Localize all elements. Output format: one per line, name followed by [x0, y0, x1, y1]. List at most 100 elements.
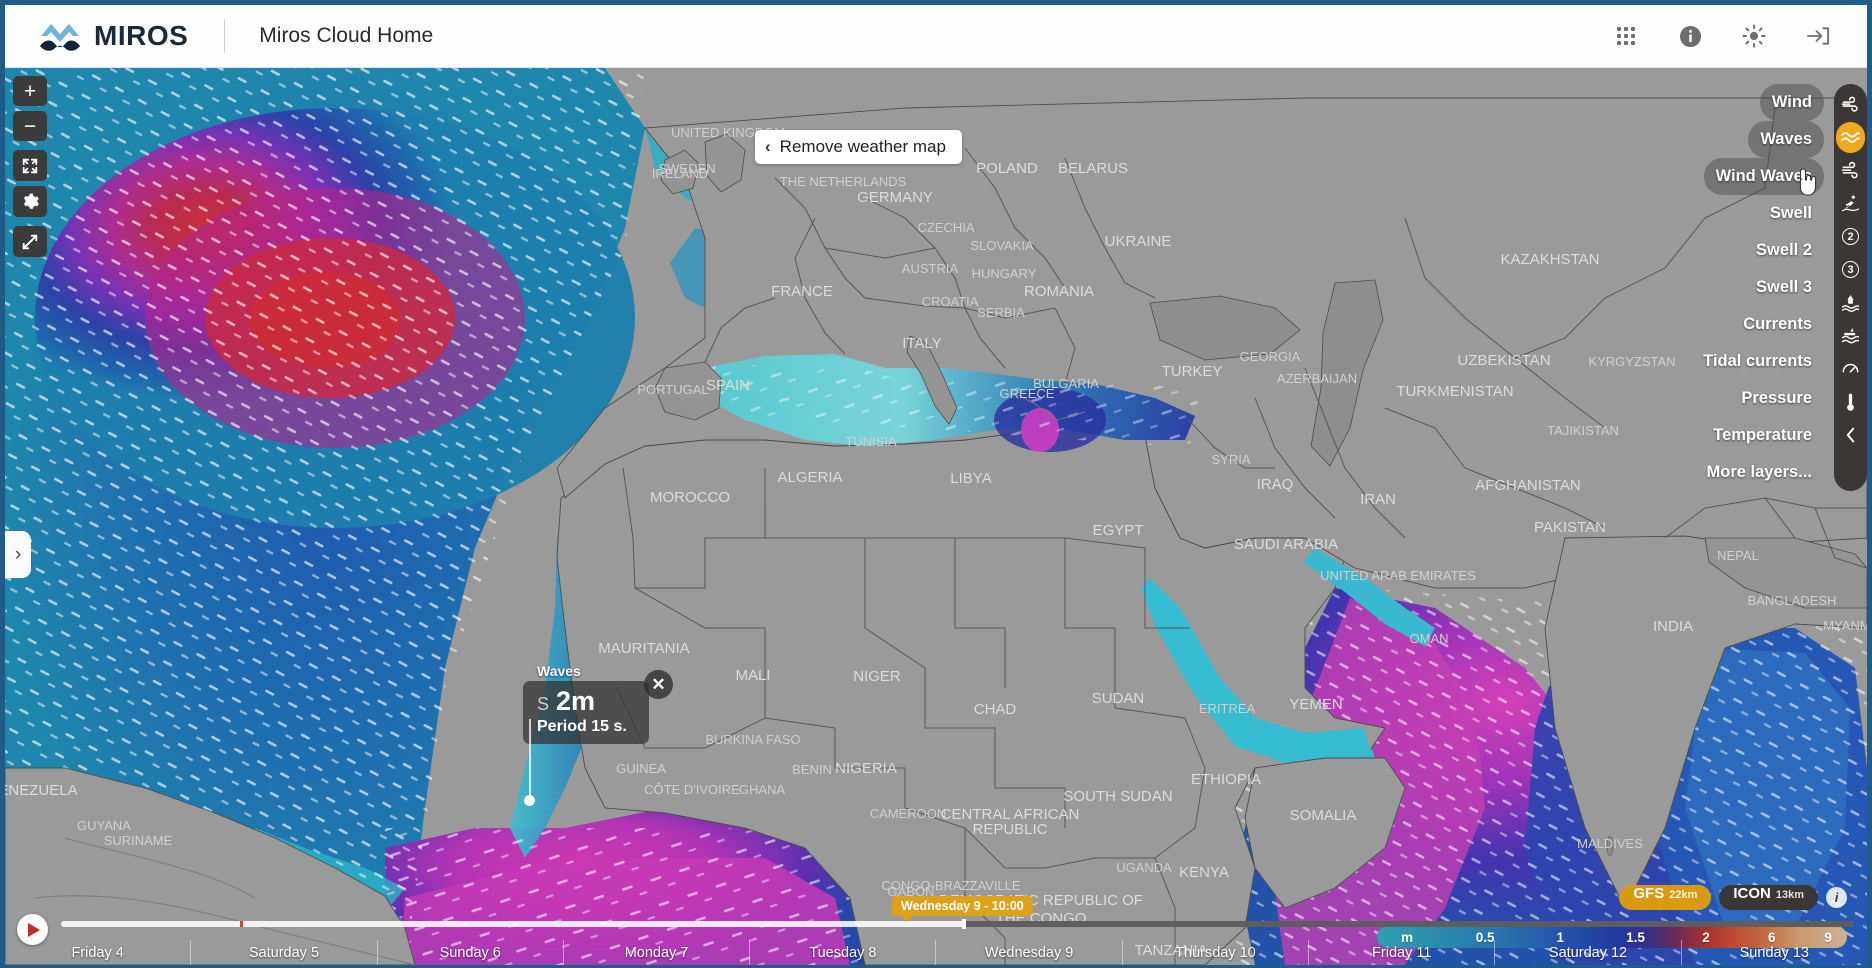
currents-buoy-icon[interactable]: [1836, 286, 1865, 319]
map-label: AFGHANISTAN: [1475, 477, 1581, 494]
map-label: GHANA: [739, 782, 786, 797]
map-label: SURINAME: [104, 833, 173, 848]
layer-item-wind-waves[interactable]: Wind Waves: [1703, 158, 1824, 195]
map-label: ROMANIA: [1024, 283, 1094, 300]
map-label: TUNISIA: [845, 434, 897, 449]
apps-grid-icon[interactable]: [1613, 23, 1639, 49]
popup-anchor-dot: [524, 795, 535, 806]
map-label: PAKISTAN: [1534, 519, 1606, 536]
timeline-day[interactable]: Tuesday 8: [749, 940, 935, 965]
map-label: SOUTH SUDAN: [1063, 788, 1172, 805]
wave-height: 2m: [556, 686, 596, 716]
map-label: SPAIN: [706, 377, 750, 394]
expand-fullscreen-icon[interactable]: [13, 226, 47, 257]
header-divider: [224, 19, 226, 53]
model-badge-icon[interactable]: ICON 13km: [1719, 885, 1818, 910]
map-label: MOROCCO: [650, 489, 730, 506]
fit-to-screen-icon[interactable]: [13, 150, 47, 181]
layer-item-currents[interactable]: Currents: [1731, 306, 1824, 343]
map-label: SYRIA: [1211, 452, 1250, 467]
map-label: ALGERIA: [777, 469, 842, 486]
settings-gear-icon[interactable]: [13, 186, 47, 217]
map-label: VENEZUELA: [5, 782, 78, 799]
map-label: BELARUS: [1058, 160, 1128, 177]
wind-waves-icon[interactable]: [1836, 154, 1865, 187]
thermometer-icon[interactable]: [1836, 385, 1865, 418]
info-icon[interactable]: [1677, 23, 1703, 49]
layer-item-swell-2[interactable]: Swell 2: [1744, 232, 1824, 269]
model-badge-gfs[interactable]: GFS 22km: [1619, 885, 1712, 910]
map-label: SUDAN: [1092, 690, 1145, 707]
timeline-day[interactable]: Monday 7: [562, 940, 749, 965]
weather-map[interactable]: ALGERIA LIBYA EGYPT MALI NIGER CHAD SUDAN NIGER…: [5, 68, 1867, 965]
map-label: KYRGYZSTAN: [1588, 354, 1675, 369]
map-graphics: ALGERIA LIBYA EGYPT MALI NIGER CHAD SUDAN NIGER…: [5, 68, 1867, 965]
remove-weather-map-button[interactable]: ‹ Remove weather map: [755, 130, 962, 164]
brightness-icon[interactable]: [1741, 23, 1767, 49]
layer-item-temperature[interactable]: Temperature: [1701, 417, 1824, 454]
swell-surfer-icon[interactable]: [1836, 187, 1865, 220]
tidal-currents-icon[interactable]: [1836, 319, 1865, 352]
circle-three-icon[interactable]: 3: [1836, 253, 1865, 286]
gauge-icon[interactable]: [1836, 352, 1865, 385]
map-label: UNITED ARAB EMIRATES: [1320, 568, 1476, 583]
model-info-icon[interactable]: i: [1826, 887, 1847, 908]
waves-info-popup: Waves S 2m Period 15 s.: [523, 663, 649, 806]
waves-icon[interactable]: [1836, 121, 1865, 154]
timeline-track[interactable]: Wednesday 9 - 10:00: [61, 896, 1853, 929]
map-label: PORTUGAL: [637, 382, 708, 397]
layer-item-waves[interactable]: Waves: [1748, 121, 1824, 158]
timeline-day[interactable]: Thursday 10: [1121, 940, 1308, 965]
waves-popup-body: S 2m Period 15 s.: [523, 681, 649, 744]
map-label: INDIA: [1653, 618, 1693, 635]
model-name: GFS: [1633, 885, 1665, 902]
layer-item-wind[interactable]: Wind: [1759, 84, 1824, 121]
timeline-day[interactable]: Sunday 6: [376, 940, 563, 965]
timeline-day[interactable]: Saturday 12: [1494, 940, 1680, 965]
map-label: MALDIVES: [1577, 836, 1643, 851]
map-label: THE NETHERLANDS: [780, 174, 907, 189]
timeline-handle[interactable]: [962, 919, 967, 929]
timeline-day[interactable]: Friday 11: [1308, 940, 1494, 965]
layer-item-pressure[interactable]: Pressure: [1729, 380, 1824, 417]
map-label: IRAQ: [1257, 476, 1294, 493]
layer-item-swell-3[interactable]: Swell 3: [1744, 269, 1824, 306]
wave-period: Period 15 s.: [537, 718, 627, 735]
map-label: MALI: [735, 667, 770, 684]
chevron-left-icon[interactable]: [1836, 418, 1865, 451]
layer-menu-rail: 23: [1834, 84, 1867, 491]
map-label: GERMANY: [857, 189, 933, 206]
map-label: ITALY: [902, 335, 941, 352]
map-label: SAUDI ARABIA: [1234, 536, 1338, 553]
layer-item-tidal-currents[interactable]: Tidal currents: [1691, 343, 1824, 380]
map-label: BENIN: [792, 762, 832, 777]
app-header: MIROS Miros Cloud Home: [5, 5, 1867, 68]
timeline-day[interactable]: Friday 4: [5, 940, 190, 965]
model-name: ICON: [1733, 885, 1771, 902]
timeline-day[interactable]: Sunday 13: [1680, 940, 1867, 965]
layer-item-more-layers[interactable]: More layers...: [1695, 454, 1824, 491]
map-label: ERITREA: [1199, 701, 1256, 716]
map-label: SERBIA: [977, 305, 1025, 320]
map-label: BANGLADESH: [1748, 593, 1837, 608]
timeline-remaining-bar: [962, 921, 1853, 927]
circle-two-icon[interactable]: 2: [1836, 220, 1865, 253]
miros-wave-logo-icon: [37, 19, 83, 53]
brand-logo[interactable]: MIROS: [37, 19, 188, 53]
map-label: NIGER: [853, 668, 901, 685]
close-icon[interactable]: ✕: [644, 670, 673, 699]
timeline-day[interactable]: Saturday 5: [190, 940, 376, 965]
layer-menu: Wind Waves Wind Waves Swell Swell 2 Swell 3 Cu…: [1691, 84, 1867, 491]
timeline-day[interactable]: Wednesday 9: [935, 940, 1121, 965]
logout-icon[interactable]: [1805, 23, 1831, 49]
map-label: SWEDEN: [658, 161, 715, 176]
left-drawer-toggle[interactable]: ›: [5, 531, 31, 578]
map-label: POLAND: [976, 160, 1038, 177]
model-resolution: 22km: [1669, 889, 1698, 901]
layer-item-swell[interactable]: Swell: [1758, 195, 1824, 232]
timeline[interactable]: Wednesday 9 - 10:00 Friday 4 Saturday 5 Su…: [5, 896, 1867, 965]
zoom-in-button[interactable]: +: [13, 76, 47, 106]
zoom-out-button[interactable]: −: [13, 111, 47, 141]
map-label: SLOVAKIA: [970, 238, 1034, 253]
wind-icon[interactable]: [1836, 88, 1865, 121]
